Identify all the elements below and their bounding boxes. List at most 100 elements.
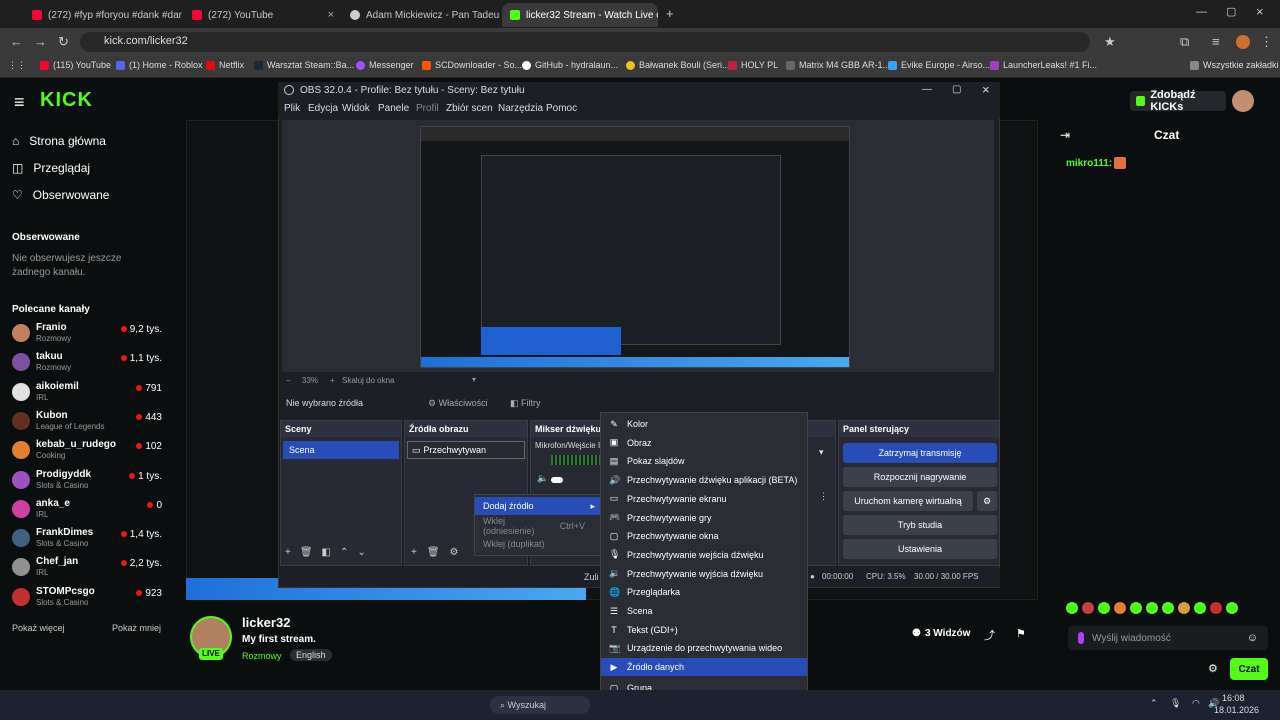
tab-3[interactable]: Adam Mickiewicz - Pan Tadeusz× [342, 3, 500, 27]
emote-icon[interactable] [1146, 602, 1158, 614]
more-icon[interactable]: ⋮ [819, 491, 828, 502]
emote-icon[interactable] [1210, 602, 1222, 614]
menu-profile[interactable]: Profil [416, 103, 439, 114]
emoji-icon[interactable]: ☺ [1247, 632, 1258, 644]
menu-edit[interactable]: Edycja [308, 103, 338, 114]
emote-icon[interactable] [1194, 602, 1206, 614]
add-icon[interactable]: + [285, 547, 291, 558]
zoom-in-button[interactable]: + [330, 376, 335, 385]
down-icon[interactable]: ⌄ [357, 547, 365, 558]
start-recording-button[interactable]: Rozpocznij nagrywanie [843, 467, 997, 487]
channel-item[interactable]: STOMPcsgo Slots & Casino 923 [12, 586, 162, 610]
menu-file[interactable]: Plik [284, 103, 300, 114]
wifi-icon[interactable]: ◠ [1192, 698, 1200, 709]
tab-1[interactable]: (272) #fyp #foryou #dank #dar× [24, 3, 184, 27]
menu-tools[interactable]: Narzędzia [498, 103, 543, 114]
menu-scene-collection[interactable]: Zbiór scen [446, 103, 493, 114]
source-browser-item[interactable]: 🌐 Przeglądarka [601, 583, 807, 601]
chevron-down-icon[interactable]: ▾ [472, 375, 476, 384]
channel-item[interactable]: kebab_u_rudego Cooking 102 [12, 439, 162, 463]
zoom-out-button[interactable]: − [286, 376, 291, 385]
menu-lines-icon[interactable]: ≡ [1212, 34, 1220, 49]
channel-item[interactable]: Prodigyddk Slots & Casino 1 tys. [12, 469, 162, 493]
studio-mode-button[interactable]: Tryb studia [843, 515, 997, 535]
source-audio-output-item[interactable]: 🔉 Przechwytywanie wyjścia dźwięku [601, 565, 807, 583]
chevron-down-icon[interactable]: ▾ [819, 447, 824, 458]
speaker-icon[interactable]: 🔈 [537, 473, 548, 484]
chat-input[interactable]: Wyślij wiadomość ☺ [1068, 626, 1268, 650]
menu-view[interactable]: Widok [342, 103, 370, 114]
add-source-item[interactable]: Dodaj źródło ▸ [475, 497, 601, 515]
scene-item[interactable]: Scena [283, 441, 399, 459]
channel-item[interactable]: FrankDimes Slots & Casino 1,4 tys. [12, 527, 162, 551]
back-icon[interactable]: ← [10, 34, 23, 49]
url-input[interactable]: kick.com/licker32 [80, 32, 1090, 52]
settings-gear-icon[interactable]: ⚙ [1208, 662, 1218, 675]
apps-icon[interactable]: ⋮⋮ [8, 60, 26, 71]
more-icon[interactable]: ⋮ [1260, 34, 1273, 50]
report-icon[interactable]: ⚑ [1016, 627, 1026, 640]
bookmark-item[interactable]: Bałwanek Bouli (Seri... [626, 60, 730, 70]
forward-icon[interactable]: → [34, 34, 47, 49]
streamer-name[interactable]: licker32 [242, 615, 290, 630]
menu-help[interactable]: Pomoc [546, 103, 577, 114]
source-color-item[interactable]: ✎ Kolor [601, 415, 807, 433]
extension-star-icon[interactable]: ★ [1104, 34, 1116, 50]
source-media-source-item[interactable]: ▶ Źródło danych [601, 658, 807, 677]
nav-following[interactable]: ♡ Obserwowane [12, 188, 109, 202]
source-video-device-item[interactable]: 📷 Urządzenie do przechwytywania wideo [601, 639, 807, 657]
mic-tray-icon[interactable]: 🎙 [1170, 698, 1181, 709]
close-window-button[interactable]: × [1256, 4, 1264, 19]
emote-icon[interactable] [1098, 602, 1110, 614]
minimize-button[interactable]: — [1196, 6, 1207, 18]
taskbar-search[interactable]: ⌕ Wyszukaj [490, 696, 590, 714]
tab-2[interactable]: (272) YouTube × [184, 3, 342, 27]
properties-button[interactable]: ⚙ Właściwości [428, 398, 488, 409]
kick-logo[interactable]: KICK [40, 89, 93, 112]
extensions-icon[interactable]: ⧉ [1180, 34, 1189, 50]
channel-item[interactable]: aikoiemil IRL 791 [12, 381, 162, 405]
scale-to-window[interactable]: Skaluj do okna [342, 376, 394, 385]
source-audio-input-item[interactable]: 🎙 Przechwytywanie wejścia dźwięku [601, 546, 807, 564]
user-avatar[interactable] [1232, 90, 1254, 112]
minimize-button[interactable]: — [922, 84, 932, 95]
gear-icon[interactable]: ⚙ [977, 491, 997, 511]
bookmark-item[interactable]: HOLY PL [728, 60, 778, 70]
gear-icon[interactable]: ⚙ [450, 547, 459, 558]
settings-button[interactable]: Ustawienia [843, 539, 997, 559]
up-icon[interactable]: ⌃ [340, 547, 348, 558]
source-text-item[interactable]: T Tekst (GDI+) [601, 621, 807, 639]
source-scene-item[interactable]: ☰ Scena [601, 602, 807, 620]
source-app-audio-item[interactable]: 🔊 Przechwytywanie dźwięku aplikacji (BETA… [601, 471, 807, 489]
bookmark-item[interactable]: Matrix M4 GBB AR-1... [786, 60, 890, 70]
bookmark-item[interactable]: Evike Europe - Airso... [888, 60, 990, 70]
clock-date[interactable]: 18.01.2026 [1214, 705, 1259, 715]
emote-icon[interactable] [1162, 602, 1174, 614]
channel-item[interactable]: Chef_jan IRL 2,2 tys. [12, 556, 162, 580]
channel-item[interactable]: Kubon League of Legends 443 [12, 410, 162, 434]
get-kicks-button[interactable]: Zdobądź KICKs [1130, 89, 1226, 113]
menu-docks[interactable]: Panele [378, 103, 409, 114]
emote-icon[interactable] [1082, 602, 1094, 614]
close-icon[interactable]: × [328, 9, 334, 21]
bookmark-item[interactable]: (1) Home - Roblox [116, 60, 203, 70]
reload-icon[interactable]: ↻ [58, 34, 69, 50]
clock-time[interactable]: 16:08 [1222, 693, 1245, 703]
close-button[interactable]: × [982, 82, 990, 97]
bookmark-item[interactable]: SCDownloader - So... [422, 60, 522, 70]
maximize-button[interactable]: ▢ [952, 84, 961, 95]
nav-browse[interactable]: ◫ Przeglądaj [12, 161, 90, 175]
language-tag[interactable]: English [290, 649, 332, 661]
show-less-link[interactable]: Pokaż mniej [112, 623, 161, 633]
new-tab-button[interactable]: + [666, 6, 674, 21]
source-slideshow-item[interactable]: ▤ Pokaz slajdów [601, 452, 807, 470]
source-game-capture-item[interactable]: 🎮 Przechwytywanie gry [601, 509, 807, 527]
emote-icon[interactable] [1066, 602, 1078, 614]
collapse-chat-icon[interactable]: ⇥ [1060, 128, 1070, 142]
source-image-item[interactable]: ▣ Obraz [601, 434, 807, 452]
bookmark-item[interactable]: Messenger [356, 60, 414, 70]
emote-icon[interactable] [1178, 602, 1190, 614]
channel-item[interactable]: takuu Rozmowy 1,1 tys. [12, 351, 162, 375]
show-more-link[interactable]: Pokaż więcej [12, 623, 65, 633]
tray-chevron-icon[interactable]: ⌃ [1150, 698, 1158, 709]
